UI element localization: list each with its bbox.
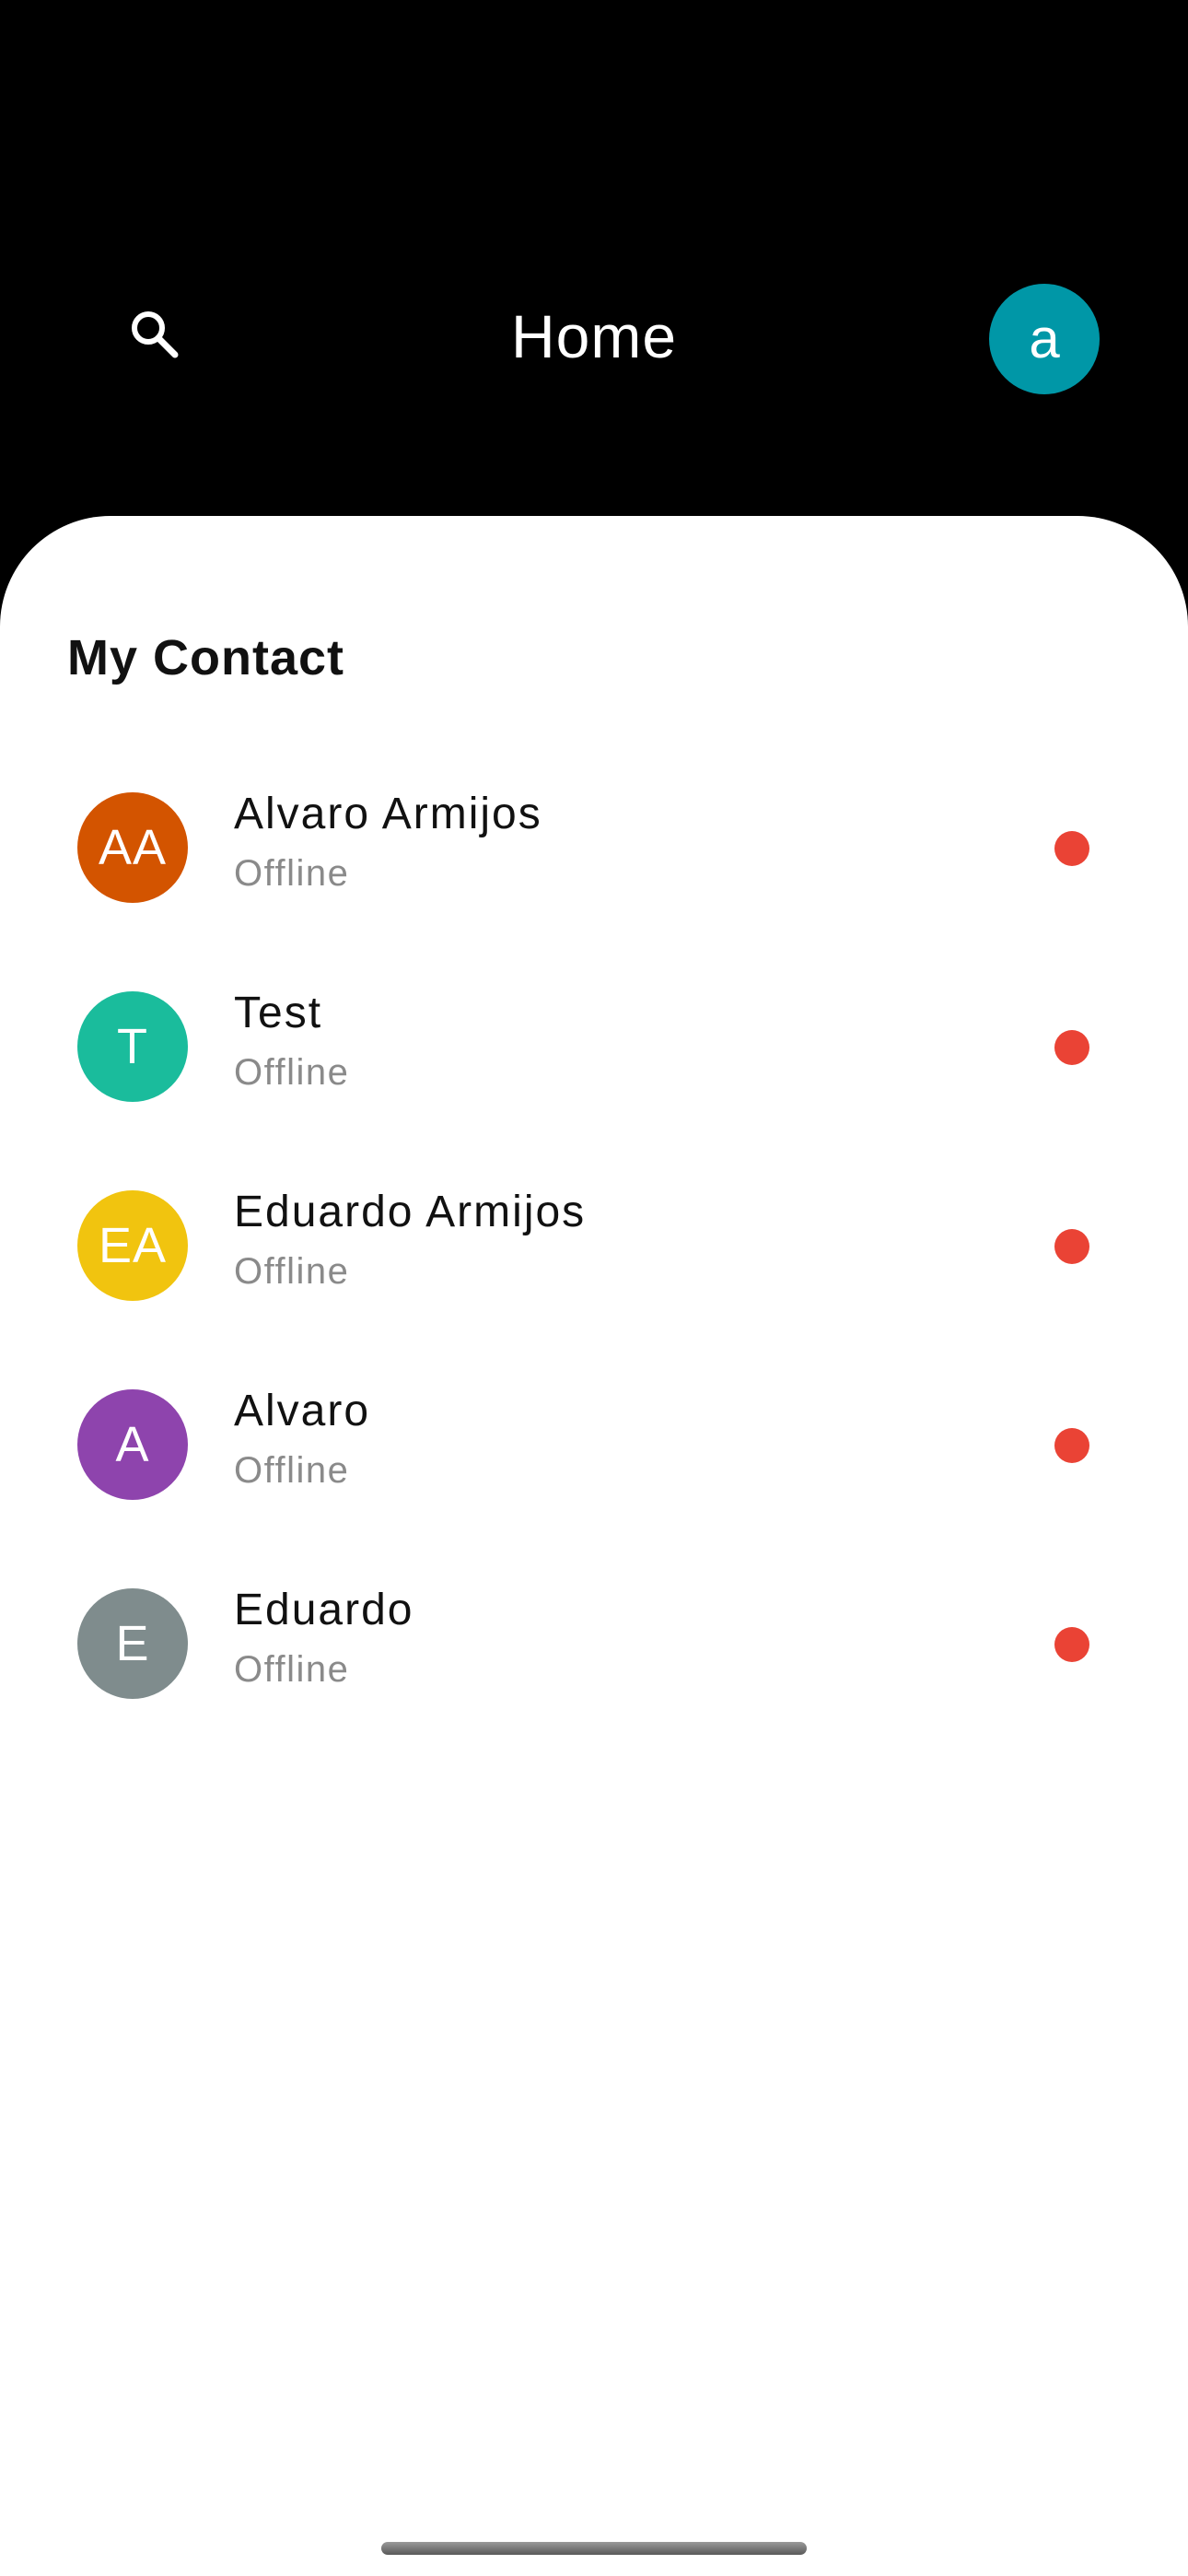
contact-avatar: T [77,991,188,1102]
contact-avatar: AA [77,792,188,903]
contact-item[interactable]: AA Alvaro Armijos Offline [0,790,1188,991]
offline-indicator-icon [1054,1627,1089,1662]
contact-avatar: A [77,1389,188,1500]
contact-list: AA Alvaro Armijos Offline T Test Offline… [0,790,1188,1787]
offline-indicator-icon [1054,831,1089,866]
contact-status: Offline [234,853,350,894]
contact-name: Test [234,989,323,1037]
contact-item[interactable]: E Eduardo Offline [0,1586,1188,1787]
profile-avatar-initial: a [1029,308,1060,369]
contact-status: Offline [234,1052,350,1093]
contact-initials: A [115,1417,150,1472]
app-screen: Home a My Contact AA Alvaro Armijos Offl… [0,0,1188,2576]
section-title: My Contact [67,630,345,685]
contact-status: Offline [234,1450,350,1491]
offline-indicator-icon [1054,1428,1089,1463]
contact-name: Alvaro [234,1387,371,1435]
contact-initials: T [117,1019,148,1074]
contact-name: Alvaro Armijos [234,790,542,838]
contact-name: Eduardo Armijos [234,1188,587,1236]
contact-item[interactable]: T Test Offline [0,989,1188,1190]
contacts-sheet: My Contact AA Alvaro Armijos Offline T T… [0,516,1188,2576]
contact-status: Offline [234,1251,350,1292]
contact-initials: EA [98,1218,168,1273]
offline-indicator-icon [1054,1030,1089,1065]
contact-avatar: EA [77,1190,188,1301]
contact-status: Offline [234,1649,350,1690]
offline-indicator-icon [1054,1229,1089,1264]
contact-item[interactable]: A Alvaro Offline [0,1387,1188,1588]
contact-item[interactable]: EA Eduardo Armijos Offline [0,1188,1188,1389]
contact-avatar: E [77,1588,188,1699]
contact-name: Eduardo [234,1586,414,1634]
home-indicator[interactable] [381,2542,807,2555]
contact-initials: E [115,1616,150,1671]
profile-avatar[interactable]: a [989,284,1100,394]
app-header: Home a [0,0,1188,516]
contact-initials: AA [98,820,168,875]
